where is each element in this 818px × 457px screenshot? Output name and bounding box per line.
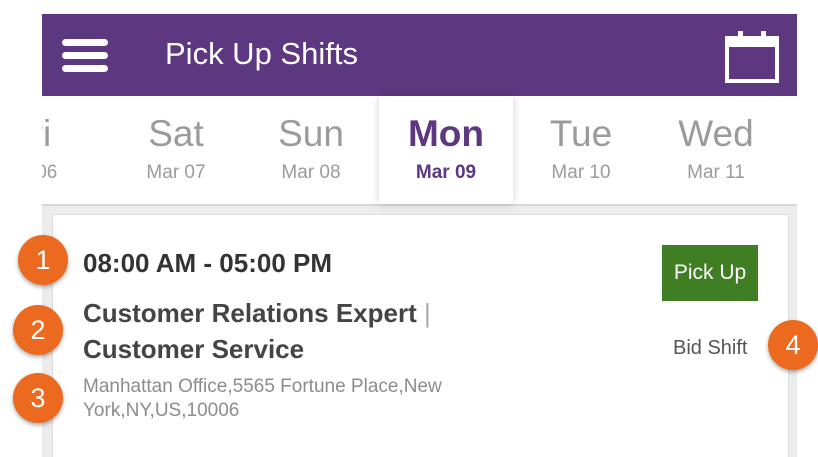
day-date: Mar 11 <box>687 162 745 183</box>
annotation-badge-3: 3 <box>13 373 63 423</box>
day-name: ri <box>42 113 52 154</box>
address-line-2: York,NY,US,10006 <box>83 400 240 421</box>
day-date: · 06 <box>42 162 58 183</box>
day-name: Wed <box>678 113 754 154</box>
day-date: Mar 08 <box>281 162 341 183</box>
day-tab-fri[interactable]: ri · 06 <box>42 96 108 204</box>
role-separator: | <box>423 298 431 328</box>
day-date: Mar 10 <box>551 162 611 183</box>
app-header: Pick Up Shifts <box>42 14 797 96</box>
shift-card[interactable]: 08:00 AM - 05:00 PM Customer Relations E… <box>52 214 789 457</box>
day-selector: ri · 06 Sat Mar 07 Sun Mar 08 Mon Mar 09… <box>42 96 797 206</box>
shift-address: Manhattan Office,5565 Fortune Place,New … <box>83 375 543 423</box>
day-date: Mar 09 <box>415 162 477 183</box>
hamburger-menu-icon[interactable] <box>62 39 108 73</box>
annotation-badge-4: 4 <box>768 320 818 370</box>
pick-up-button[interactable]: Pick Up <box>662 245 758 301</box>
annotation-badge-1: 1 <box>18 235 68 285</box>
day-name: Sun <box>278 113 344 154</box>
day-date: Mar 07 <box>146 162 206 183</box>
day-tab-tue[interactable]: Tue Mar 10 <box>514 96 648 204</box>
day-name: Tue <box>549 113 613 154</box>
calendar-icon[interactable] <box>724 30 780 84</box>
day-tab-wed[interactable]: Wed Mar 11 <box>649 96 783 204</box>
day-name: Mon <box>407 113 485 154</box>
shift-role: Customer Relations Expert | Customer Ser… <box>83 295 543 367</box>
department: Customer Service <box>83 334 305 364</box>
bid-shift-link[interactable]: Bid Shift <box>673 337 747 360</box>
day-tab-mon[interactable]: Mon Mar 09 <box>379 96 513 204</box>
shift-time: 08:00 AM - 05:00 PM <box>83 248 333 278</box>
address-line-1: Manhattan Office,5565 Fortune Place,New <box>83 376 442 397</box>
page-title: Pick Up Shifts <box>165 36 358 71</box>
annotation-badge-2: 2 <box>13 305 63 355</box>
day-name: Sat <box>148 113 204 154</box>
day-tab-sun[interactable]: Sun Mar 08 <box>244 96 378 204</box>
day-tab-sat[interactable]: Sat Mar 07 <box>109 96 243 204</box>
app-window: Pick Up Shifts ri · 06 Sat Mar 07 Sun Ma… <box>42 14 797 457</box>
role-title: Customer Relations Expert <box>83 298 417 328</box>
